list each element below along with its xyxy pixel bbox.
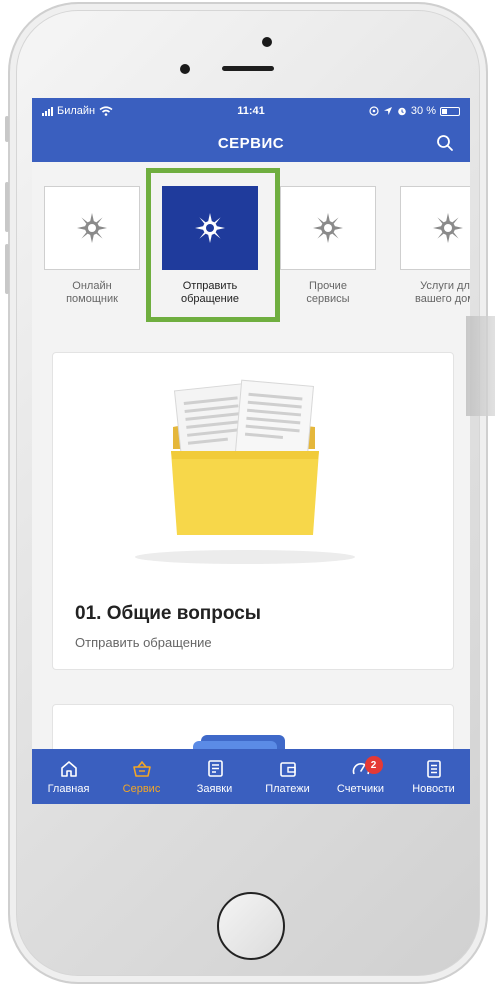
- decorative-arrow: [466, 316, 495, 416]
- card-subtitle: Отправить обращение: [75, 635, 212, 650]
- page-title: СЕРВИС: [217, 134, 285, 152]
- location-icon: [383, 107, 392, 115]
- home-button[interactable]: [217, 892, 285, 960]
- service-label-line1: Прочие: [309, 280, 347, 292]
- tab-label: Счетчики: [336, 782, 385, 795]
- alarm-icon: [398, 107, 406, 116]
- battery-percent: 30 %: [410, 105, 436, 117]
- notification-badge: 2: [364, 756, 383, 774]
- tab-news[interactable]: Новости: [397, 749, 470, 804]
- tab-label: Платежи: [265, 782, 310, 795]
- app-header: СЕРВИС: [32, 124, 470, 162]
- service-label-line1: Онлайн: [72, 280, 112, 292]
- service-label-line2: помощник: [66, 293, 118, 305]
- tab-label: Сервис: [122, 782, 161, 795]
- lock-rotation-icon: [369, 106, 379, 116]
- volume-down-button: [5, 244, 9, 294]
- bottom-tab-bar: Главная Сервис Заявки Платежи 2 Счетчики…: [32, 749, 470, 804]
- tab-requests[interactable]: Заявки: [178, 749, 251, 804]
- service-label-line2: сервисы: [306, 293, 350, 305]
- service-label-line2: вашего дома: [415, 293, 470, 305]
- home-icon: [60, 760, 77, 777]
- mute-switch: [5, 116, 9, 142]
- tab-payments[interactable]: Платежи: [251, 749, 324, 804]
- tab-label: Новости: [412, 782, 455, 795]
- document-list-icon: [207, 759, 223, 777]
- wifi-icon: [99, 106, 113, 116]
- app-screen: Билайн 11:41 30 % СЕРВИС Онлайн помощник …: [32, 98, 470, 804]
- category-card[interactable]: 01. Общие вопросы Отправить обращение: [52, 352, 454, 670]
- service-home[interactable]: Услуги длявашего дома: [398, 186, 470, 306]
- gazprom-flame-icon: [433, 213, 463, 243]
- service-other[interactable]: Прочие сервисы: [278, 186, 378, 306]
- gazprom-flame-icon: [77, 213, 107, 243]
- service-label-line1: Услуги для: [420, 280, 470, 292]
- camera-dot: [262, 37, 272, 47]
- gazprom-flame-icon: [313, 213, 343, 243]
- news-icon: [426, 759, 441, 778]
- service-online-assistant[interactable]: Онлайн помощник: [42, 186, 142, 306]
- tab-label: Заявки: [196, 782, 233, 795]
- carrier-name: Билайн: [57, 105, 96, 117]
- earpiece-speaker: [222, 66, 274, 71]
- card-title: 01. Общие вопросы: [75, 603, 262, 624]
- front-camera: [180, 64, 190, 74]
- tab-meters[interactable]: 2 Счетчики: [324, 749, 397, 804]
- tab-service[interactable]: Сервис: [105, 749, 178, 804]
- highlight-frame: [146, 168, 280, 322]
- tab-home[interactable]: Главная: [32, 749, 105, 804]
- volume-up-button: [5, 182, 9, 232]
- search-icon[interactable]: [436, 134, 454, 152]
- wallet-icon: [279, 761, 296, 777]
- tab-label: Главная: [47, 782, 90, 795]
- status-bar: Билайн 11:41 30 %: [32, 98, 470, 124]
- signal-icon: [42, 106, 53, 116]
- battery-icon: [440, 106, 460, 116]
- folder-illustration: [135, 379, 355, 564]
- basket-icon: [132, 760, 151, 777]
